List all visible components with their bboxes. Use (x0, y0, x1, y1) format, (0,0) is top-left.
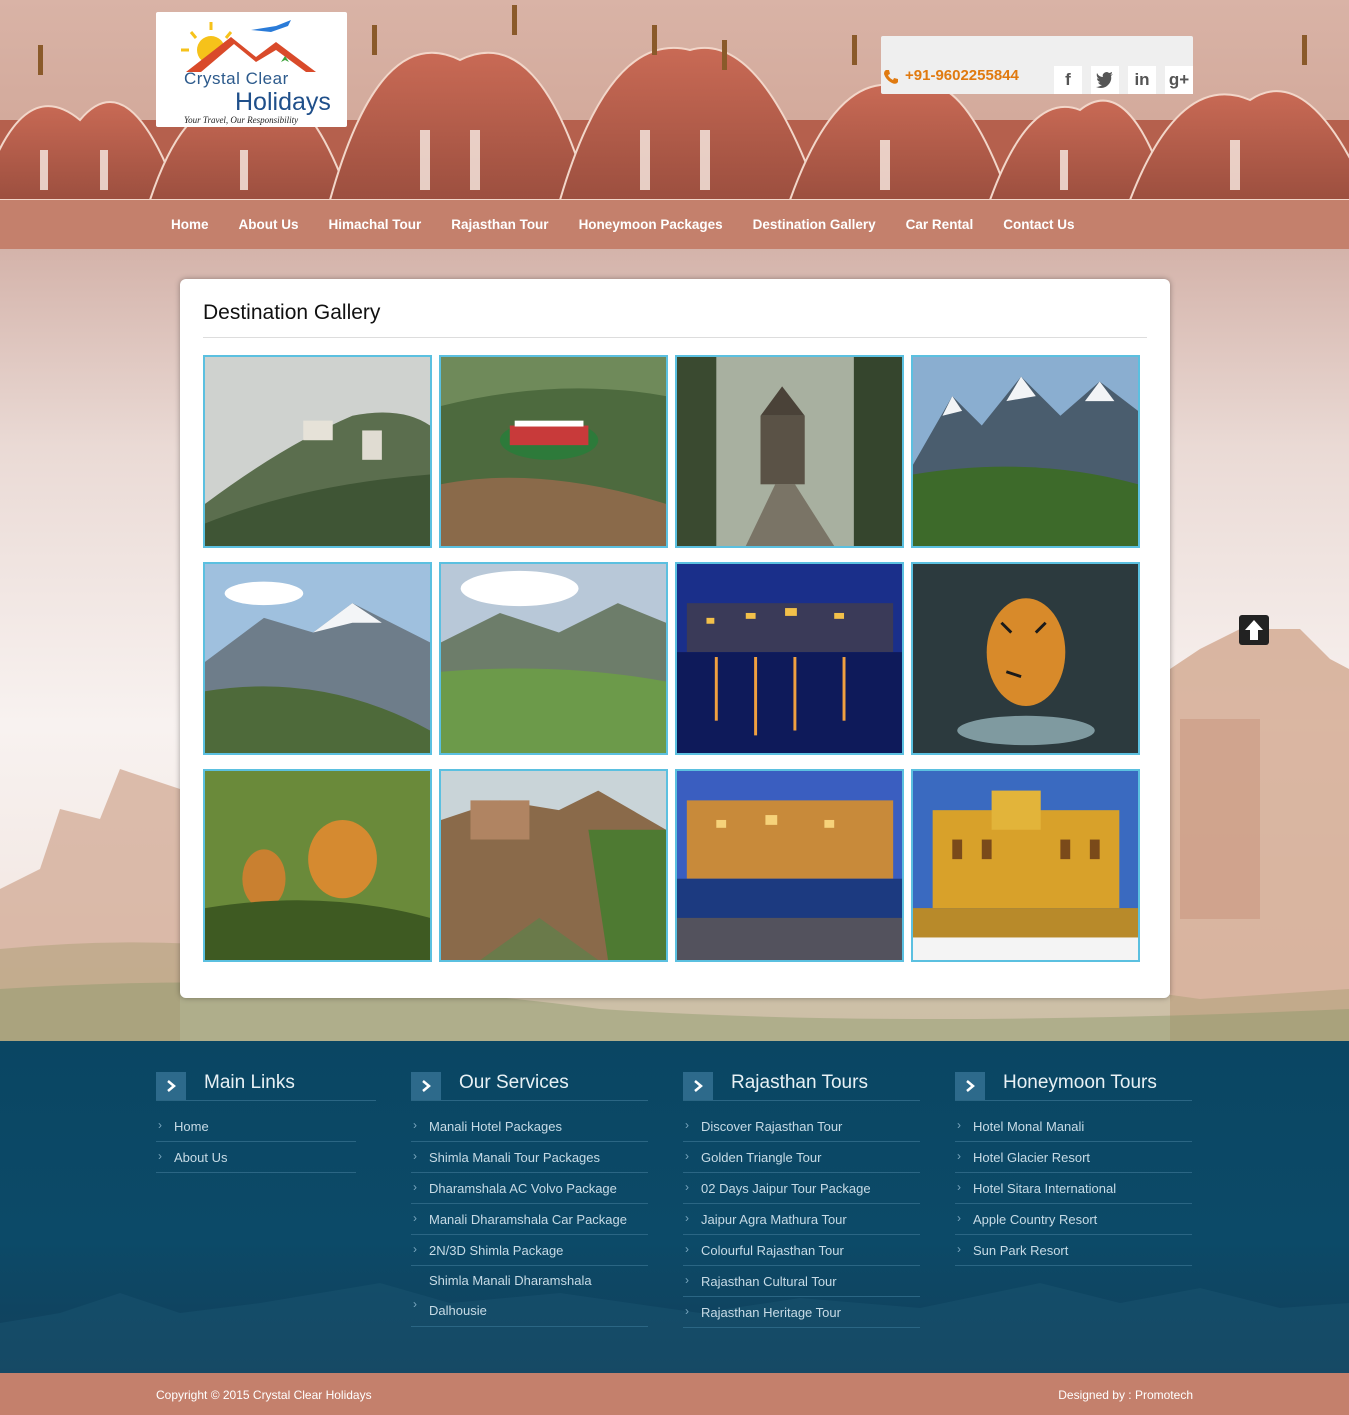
gallery-image (913, 771, 1138, 960)
footer-link[interactable]: Rajasthan Heritage Tour (683, 1297, 920, 1328)
gallery-image (913, 564, 1138, 753)
footer-link[interactable]: Golden Triangle Tour (683, 1142, 920, 1173)
gallery-image (677, 771, 902, 960)
gallery-thumbnail-amber-fort[interactable] (911, 769, 1140, 962)
gallery-image (441, 771, 666, 960)
footer-col-our-services: Our Services Manali Hotel Packages Shiml… (411, 1069, 648, 1327)
logo-brand-top: Crystal Clear (184, 69, 289, 88)
footer-link[interactable]: Hotel Sitara International (955, 1173, 1192, 1204)
twitter-icon[interactable] (1091, 66, 1119, 94)
footer-col-main-links: Main Links Home About Us (156, 1069, 376, 1173)
nav-item-rajasthan-tour[interactable]: Rajasthan Tour (436, 200, 563, 249)
linkedin-icon[interactable]: in (1128, 66, 1156, 94)
footer-link[interactable]: Manali Dharamshala Car Package (411, 1204, 648, 1235)
footer-link[interactable]: Colourful Rajasthan Tour (683, 1235, 920, 1266)
footer-link[interactable]: 02 Days Jaipur Tour Package (683, 1173, 920, 1204)
title-divider (203, 337, 1147, 338)
gallery-image (205, 357, 430, 546)
footer-link[interactable]: 2N/3D Shimla Package (411, 1235, 648, 1266)
footer-link[interactable]: Home (156, 1111, 356, 1142)
copyright-text: Copyright © 2015 Crystal Clear Holidays (156, 1388, 372, 1402)
gallery-thumbnail-fort-on-cliff[interactable] (439, 769, 668, 962)
facebook-icon[interactable]: f (1054, 66, 1082, 94)
footer-link[interactable]: Rajasthan Cultural Tour (683, 1266, 920, 1297)
chevron-right-icon (156, 1072, 186, 1100)
gallery-thumbnail-tigers-in-grass[interactable] (203, 769, 432, 962)
nav-item-about-us[interactable]: About Us (224, 200, 314, 249)
footer-link[interactable]: Hotel Glacier Resort (955, 1142, 1192, 1173)
footer-link[interactable]: Hotel Monal Manali (955, 1111, 1192, 1142)
footer-col-title: Main Links (204, 1072, 295, 1093)
footer-col-title: Rajasthan Tours (731, 1072, 868, 1093)
page-title: Destination Gallery (203, 301, 381, 324)
site-footer: Main Links Home About Us Our Services Ma… (0, 1041, 1349, 1373)
nav-item-himachal-tour[interactable]: Himachal Tour (314, 200, 437, 249)
footer-link[interactable]: Shimla Manali Tour Packages (411, 1142, 648, 1173)
gallery-thumbnail-city-palace-lake-dusk[interactable] (675, 769, 904, 962)
gallery-thumbnail-misty-hill-town[interactable] (203, 355, 432, 548)
footer-link[interactable]: Dharamshala AC Volvo Package (411, 1173, 648, 1204)
header-contact-box: +91-9602255844 f in g+ (881, 36, 1193, 94)
chevron-right-icon (955, 1072, 985, 1100)
nav-item-destination-gallery[interactable]: Destination Gallery (738, 200, 891, 249)
gallery-image (913, 357, 1138, 546)
gallery-image (441, 564, 666, 753)
main-nav: Home About Us Himachal Tour Rajasthan To… (0, 200, 1349, 249)
footer-link[interactable]: Manali Hotel Packages (411, 1111, 648, 1142)
gallery-thumbnail-hill-town-snow-peaks[interactable] (203, 562, 432, 755)
bottom-bar: Copyright © 2015 Crystal Clear Holidays … (0, 1373, 1349, 1415)
gallery-image (205, 564, 430, 753)
nav-item-contact-us[interactable]: Contact Us (988, 200, 1089, 249)
footer-link[interactable]: About Us (156, 1142, 356, 1173)
footer-link[interactable]: Jaipur Agra Mathura Tour (683, 1204, 920, 1235)
gallery-image (677, 564, 902, 753)
footer-col-rajasthan-tours: Rajasthan Tours Discover Rajasthan Tour … (683, 1069, 920, 1328)
gallery-thumbnail-lake-palace-night[interactable] (675, 562, 904, 755)
logo-tagline: Your Travel, Our Responsibility (184, 115, 299, 125)
gallery-thumbnail-tiger-in-water[interactable] (911, 562, 1140, 755)
site-logo[interactable]: Crystal Clear Holidays Your Travel, Our … (156, 12, 347, 127)
phone-number[interactable]: +91-9602255844 (905, 67, 1019, 84)
footer-link[interactable]: Discover Rajasthan Tour (683, 1111, 920, 1142)
gallery-thumbnail-green-valley-mountains[interactable] (439, 562, 668, 755)
gallery-image (441, 357, 666, 546)
google-plus-icon[interactable]: g+ (1165, 66, 1193, 94)
nav-item-honeymoon-packages[interactable]: Honeymoon Packages (564, 200, 738, 249)
arrow-up-icon (1245, 620, 1263, 640)
gallery-image (205, 771, 430, 960)
footer-col-title: Our Services (459, 1072, 569, 1093)
logo-brand-main: Holidays (235, 88, 331, 116)
site-header: Crystal Clear Holidays Your Travel, Our … (0, 0, 1349, 200)
footer-col-title: Honeymoon Tours (1003, 1072, 1157, 1093)
nav-item-home[interactable]: Home (156, 200, 224, 249)
gallery-thumbnail-church-in-forest[interactable] (675, 355, 904, 548)
phone-icon (884, 70, 898, 84)
footer-link[interactable]: Apple Country Resort (955, 1204, 1192, 1235)
gallery-thumbnail-snow-mountain-village[interactable] (911, 355, 1140, 548)
chevron-right-icon (411, 1072, 441, 1100)
chevron-right-icon (683, 1072, 713, 1100)
nav-item-car-rental[interactable]: Car Rental (891, 200, 989, 249)
footer-link[interactable]: Sun Park Resort (955, 1235, 1192, 1266)
gallery-image (677, 357, 902, 546)
logo-mountains-icon (181, 20, 316, 72)
footer-col-honeymoon-tours: Honeymoon Tours Hotel Monal Manali Hotel… (955, 1069, 1192, 1266)
scroll-to-top-button[interactable] (1239, 615, 1269, 645)
footer-link[interactable]: Shimla Manali Dharamshala Dalhousie (411, 1266, 648, 1327)
footer-skyline-graphic (0, 1283, 1349, 1373)
designed-by-link[interactable]: Designed by : Promotech (1058, 1388, 1193, 1402)
gallery-thumbnail-cricket-stadium-valley[interactable] (439, 355, 668, 548)
